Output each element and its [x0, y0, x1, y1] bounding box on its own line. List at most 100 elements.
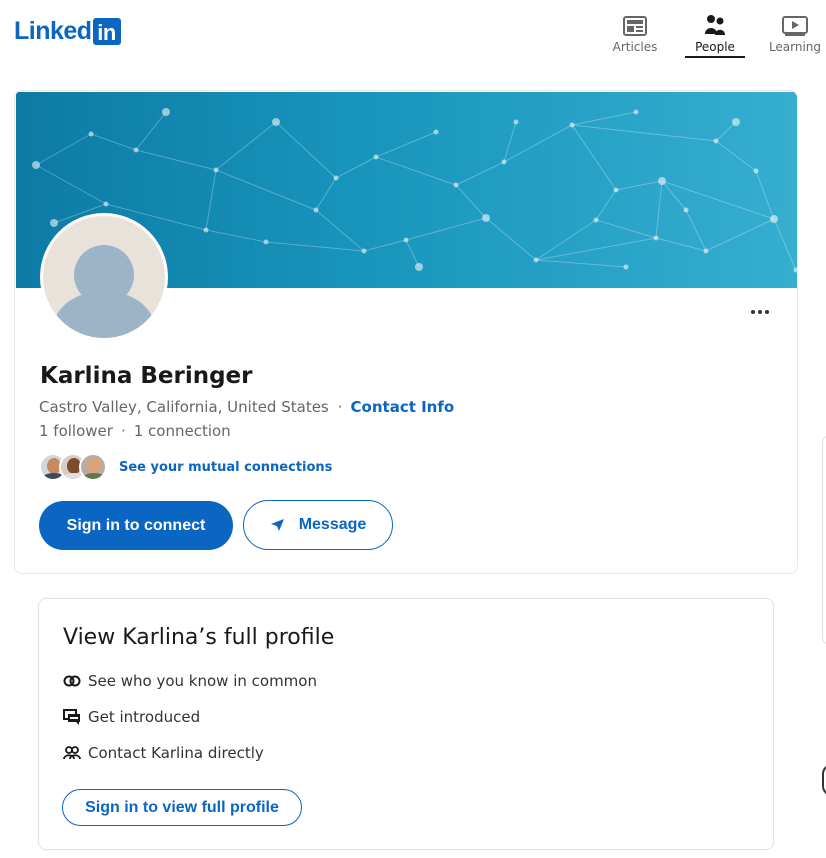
speech-bubbles-icon [63, 708, 81, 726]
cover-network-node [213, 167, 219, 173]
nav-people[interactable]: People [676, 10, 754, 58]
cover-network-line [35, 133, 92, 166]
sidebar-button-edge[interactable] [822, 764, 826, 796]
interlocking-rings-icon [63, 672, 81, 690]
sidebar-card-edge [822, 436, 826, 644]
cover-network-line [571, 124, 717, 142]
cover-network-line [215, 121, 277, 171]
cover-network-node [313, 207, 319, 213]
cover-network-node [501, 159, 507, 165]
cover-network-node [569, 122, 575, 128]
nav-people-label: People [695, 40, 735, 54]
nav-learning-label: Learning [768, 40, 822, 54]
cover-network-line [363, 239, 407, 252]
articles-icon [623, 10, 647, 36]
cover-network-node [272, 118, 280, 126]
cover-network-line [655, 237, 707, 252]
location-text: Castro Valley, California, United States [39, 398, 329, 416]
nav-articles[interactable]: Articles [596, 10, 674, 58]
cover-network-line [571, 124, 617, 191]
cover-network-line [655, 180, 663, 239]
more-options-button[interactable] [747, 303, 773, 321]
people-pair-icon [63, 744, 81, 762]
cover-network-node [770, 215, 778, 223]
cover-network-line [535, 237, 657, 261]
cover-network-line [715, 121, 737, 142]
logo-in-box: in [92, 18, 121, 45]
cover-network-node [162, 108, 170, 116]
cover-network-line [535, 259, 627, 268]
cover-network-node [793, 267, 797, 273]
ellipsis-dot [758, 310, 762, 314]
contact-info-link[interactable]: Contact Info [351, 398, 455, 416]
cover-network-node [32, 161, 40, 169]
sign-in-to-connect-button[interactable]: Sign in to connect [39, 501, 233, 550]
cover-network-node [403, 237, 409, 243]
cover-network-line [405, 239, 420, 268]
cover-network-line [405, 217, 487, 241]
cover-network-line [315, 209, 365, 252]
sign-in-to-view-full-profile-button[interactable]: Sign in to view full profile [62, 789, 302, 826]
feature-text: See who you know in common [88, 672, 317, 690]
message-button[interactable]: Message [243, 500, 393, 550]
cover-network-node [333, 175, 339, 181]
location-row: Castro Valley, California, United States… [39, 398, 454, 416]
cover-network-node [263, 239, 269, 245]
cover-network-line [615, 180, 663, 191]
cover-network-node [732, 118, 740, 126]
mutual-connections-link[interactable]: See your mutual connections [119, 460, 332, 475]
avatar [40, 213, 168, 341]
cover-network-node [653, 235, 659, 241]
cover-network-line [335, 156, 377, 179]
cover-network-line [503, 124, 573, 163]
cover-network-line [705, 218, 775, 252]
mutual-connections-row[interactable]: See your mutual connections [39, 451, 332, 483]
cover-network-line [205, 169, 217, 231]
ellipsis-dot [765, 310, 769, 314]
separator-dot: · [337, 398, 343, 416]
cover-network-node [658, 177, 666, 185]
nav-learning[interactable]: Learning [756, 10, 826, 58]
top-nav: Articles People Learning [596, 10, 826, 58]
cover-network-line [715, 140, 757, 172]
cover-network-line [205, 229, 267, 243]
cover-network-line [485, 217, 537, 261]
full-profile-card: View Karlina’s full profile See who you … [38, 598, 774, 850]
page: Linked in Articles People Learning Karli… [0, 0, 826, 858]
followers-count: 1 follower [39, 422, 113, 440]
cover-network-line [275, 121, 337, 179]
ellipsis-icon [751, 310, 755, 314]
cover-network-line [455, 161, 505, 186]
cover-network-node [513, 119, 519, 125]
cover-network-node [633, 109, 639, 115]
cover-network-node [133, 147, 139, 153]
logo-wordmark: Linked [14, 17, 92, 45]
cover-network-node [453, 182, 459, 188]
cover-network-node [482, 214, 490, 222]
cover-network-node [373, 154, 379, 160]
people-icon [705, 10, 725, 36]
cover-network-node [103, 201, 109, 207]
message-button-label: Message [298, 516, 367, 533]
cover-network-node [433, 129, 439, 135]
cover-network-line [595, 219, 657, 239]
feature-text: Contact Karlina directly [88, 744, 264, 762]
cover-network-node [203, 227, 209, 233]
cover-network-line [135, 149, 217, 171]
avatar-head-shape [74, 245, 134, 305]
cover-network-line [773, 218, 797, 271]
cover-network-line [455, 184, 487, 219]
cover-network-node [683, 207, 689, 213]
cover-network-line [755, 170, 775, 220]
linkedin-logo[interactable]: Linked in [14, 18, 121, 45]
cover-network-line [90, 133, 137, 151]
cover-network-node [713, 138, 719, 144]
cover-network-line [375, 131, 437, 158]
cover-network-node [533, 257, 539, 263]
cover-network-node [703, 248, 709, 254]
feature-item: See who you know in common [63, 672, 317, 690]
mutual-avatar [79, 453, 107, 481]
avatar-placeholder [43, 216, 165, 338]
cover-network-line [135, 111, 167, 151]
cover-network-node [613, 187, 619, 193]
